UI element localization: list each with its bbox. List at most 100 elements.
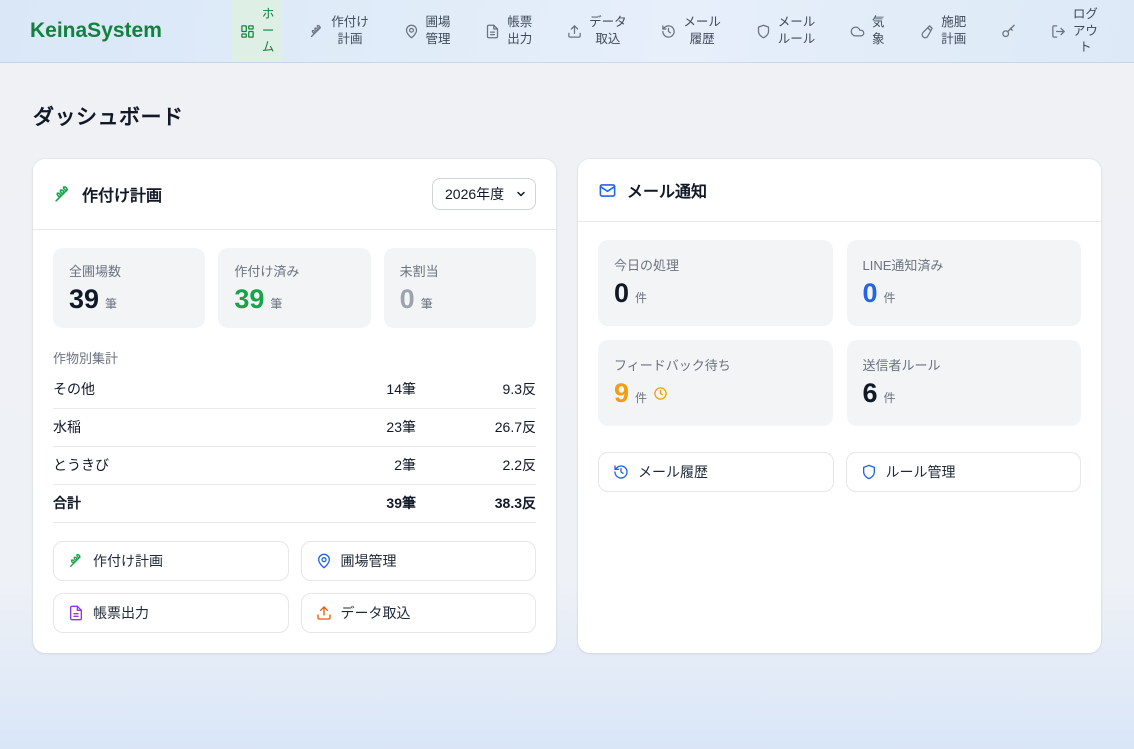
key-icon [1001,7,1016,56]
stat-value: 0 [400,286,415,313]
stat-total-fields: 全圃場数 39 筆 [53,248,205,328]
crop-area: 2.2反 [416,455,536,475]
field-management-button[interactable]: 圃場管理 [301,541,537,581]
wheat-icon [68,553,84,569]
clock-icon [653,386,668,401]
cloud-icon [850,7,865,56]
crop-count: 2筆 [321,455,416,475]
nav-label: 帳票 出力 [507,14,532,48]
nav-label: ログ アウ ト [1073,6,1098,57]
stat-label: 送信者ルール [863,355,1066,374]
crop-name: とうきび [53,455,321,475]
file-icon [68,605,84,621]
stat-label: 全圃場数 [69,261,189,280]
nav-item-mail-rules[interactable]: メール ルール [748,0,824,62]
mail-notification-card: メール通知 今日の処理 0 件 LINE通知済み 0 [578,159,1101,653]
planting-plan-card: 作付け計画 2026年度 全圃場数 39 [33,159,556,653]
file-icon [485,7,500,56]
history-icon [661,7,676,56]
nav-item-logout[interactable]: ログ アウ ト [1043,0,1106,62]
card-title: 作付け計画 [82,182,162,206]
nav-item-mail-history[interactable]: メール 履歴 [653,0,729,62]
stat-label: 今日の処理 [614,255,817,274]
nav-item-data-import[interactable]: データ 取込 [559,0,635,62]
crop-summary-table: その他 14筆 9.3反 水稲 23筆 26.7反 とうきび 2筆 2.2反 [53,371,536,523]
nav-item-report-output[interactable]: 帳票 出力 [477,0,540,62]
stat-label: 未割当 [400,261,520,280]
mail-icon [598,181,617,200]
upload-icon [316,605,332,621]
crop-name: 合計 [53,493,321,513]
nav-label: 圃場 管理 [426,14,451,48]
crop-name: 水稲 [53,417,321,437]
stat-unit: 件 [884,289,896,306]
stat-unit: 筆 [105,295,117,312]
test-tube-icon [919,7,934,56]
nav-item-home[interactable]: ホ ー ム [232,0,283,62]
planting-plan-button[interactable]: 作付け計画 [53,541,289,581]
crop-count: 39筆 [321,493,416,513]
mail-history-button[interactable]: メール履歴 [598,452,834,492]
shield-icon [861,464,877,480]
crop-summary-label: 作物別集計 [53,348,536,367]
main-nav: ホ ー ム 作付け 計画 圃場 管理 帳票 出力 データ 取込 [232,0,1134,62]
button-label: 帳票出力 [93,603,149,623]
dashboard-icon [240,7,255,56]
nav-label: 施肥 計画 [941,14,966,48]
top-navigation-bar: KeinaSystem ホ ー ム 作付け 計画 圃場 管理 帳票 出力 [0,0,1134,63]
nav-label: 作付け 計画 [331,14,369,48]
nav-item-field-management[interactable]: 圃場 管理 [396,0,459,62]
stat-unassigned: 未割当 0 筆 [384,248,536,328]
stat-unit: 筆 [270,295,282,312]
stat-value: 39 [69,286,99,313]
page-title: ダッシュボード [33,101,1101,131]
nav-label: メール 履歴 [683,14,721,48]
button-label: メール履歴 [638,462,708,482]
stat-unit: 件 [884,389,896,406]
button-label: 作付け計画 [93,551,163,571]
rule-management-button[interactable]: ルール管理 [846,452,1082,492]
report-output-button[interactable]: 帳票出力 [53,593,289,633]
map-pin-icon [404,7,419,56]
crop-name: その他 [53,379,321,399]
stat-unit: 筆 [421,295,433,312]
button-label: ルール管理 [886,462,956,482]
stat-value: 39 [234,286,264,313]
nav-item-fertilization-plan[interactable]: 施肥 計画 [911,0,974,62]
nav-label: データ 取込 [589,14,627,48]
data-import-button[interactable]: データ取込 [301,593,537,633]
stat-today-processed: 今日の処理 0 件 [598,240,833,326]
crop-area: 9.3反 [416,379,536,399]
logout-icon [1051,7,1066,56]
stat-line-notified: LINE通知済み 0 件 [847,240,1082,326]
map-pin-icon [316,553,332,569]
stat-feedback-pending: フィードバック待ち 9 件 [598,340,833,426]
crop-count: 23筆 [321,417,416,437]
nav-item-planting-plan[interactable]: 作付け 計画 [301,0,377,62]
stat-unit: 件 [635,389,647,406]
nav-label: 気 象 [872,14,885,48]
wheat-icon [53,185,72,204]
stat-value: 9 [614,380,629,407]
stat-label: LINE通知済み [863,255,1066,274]
nav-label: メール ルール [778,14,816,48]
history-icon [613,464,629,480]
crop-count: 14筆 [321,379,416,399]
app-logo[interactable]: KeinaSystem [30,0,162,62]
crop-area: 26.7反 [416,417,536,437]
stat-label: 作付け済み [234,261,354,280]
stat-value: 0 [614,280,629,307]
stat-value: 6 [863,380,878,407]
table-row-total: 合計 39筆 38.3反 [53,485,536,523]
button-label: データ取込 [341,603,411,623]
shield-icon [756,7,771,56]
table-row: その他 14筆 9.3反 [53,371,536,409]
wheat-icon [309,7,324,56]
crop-area: 38.3反 [416,493,536,513]
nav-label: ホ ー ム [262,6,275,57]
table-row: とうきび 2筆 2.2反 [53,447,536,485]
nav-item-password-key[interactable] [993,0,1024,62]
nav-item-weather[interactable]: 気 象 [842,0,893,62]
main-content: ダッシュボード 作付け計画 2026年度 [0,101,1134,653]
fiscal-year-select[interactable]: 2026年度 [432,178,536,210]
